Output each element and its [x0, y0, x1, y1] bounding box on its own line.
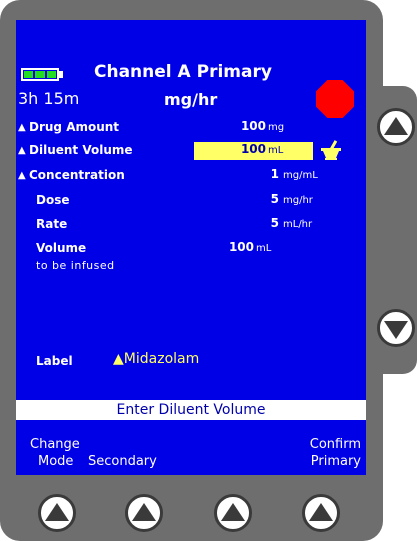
mortar-pestle-icon	[321, 140, 341, 160]
row-marker: ▲	[18, 145, 26, 156]
arrow-up-icon	[221, 502, 245, 521]
pump-screen: Channel A Primary 3h 15m mg/hr ▲ Drug Am…	[16, 20, 366, 475]
scroll-down-button[interactable]	[377, 309, 415, 347]
drug-label-value[interactable]: ▲Midazolam	[113, 351, 199, 367]
dose-unit: mg/hr	[283, 195, 313, 206]
volume-subtext: to be infused	[36, 259, 115, 272]
softkey-button-4[interactable]	[302, 494, 340, 532]
channel-title: Channel A Primary	[94, 62, 272, 82]
stop-sign-icon[interactable]	[316, 80, 354, 118]
dose-units: mg/hr	[164, 90, 218, 109]
drug-amount-unit: mg	[268, 122, 285, 133]
drug-label-title: Label	[36, 354, 73, 368]
battery-full-icon	[21, 68, 59, 81]
drug-label-marker: ▲	[113, 351, 124, 367]
rate-value: 5	[270, 216, 279, 230]
arrow-up-icon	[384, 116, 408, 135]
softkey-label-secondary: Secondary	[88, 454, 157, 469]
volume-label: Volume	[36, 241, 87, 255]
dose-label: Dose	[36, 193, 70, 207]
row-marker: ▲	[18, 170, 26, 181]
drug-name: Midazolam	[123, 351, 200, 367]
concentration-label[interactable]: Concentration	[29, 168, 125, 182]
prompt-bar: Enter Diluent Volume	[16, 400, 366, 420]
drug-amount-value: 100	[240, 119, 266, 133]
softkey-button-3[interactable]	[214, 494, 252, 532]
arrow-down-icon	[384, 320, 408, 339]
diluent-volume-value[interactable]: 100	[206, 142, 266, 156]
battery-tip	[59, 71, 63, 78]
rate-unit: mL/hr	[283, 219, 313, 230]
softkey-button-1[interactable]	[38, 494, 76, 532]
concentration-value: 1	[270, 167, 279, 181]
scroll-up-button[interactable]	[377, 108, 415, 146]
rate-label: Rate	[36, 217, 68, 231]
softkey-label-confirm-primary: Confirm Primary	[309, 437, 361, 469]
time-remaining: 3h 15m	[18, 89, 80, 108]
dose-value: 5	[270, 192, 279, 206]
row-marker: ▲	[18, 122, 26, 133]
volume-value: 100	[228, 240, 254, 254]
volume-unit: mL	[256, 243, 272, 254]
drug-amount-label[interactable]: Drug Amount	[29, 120, 119, 134]
softkey-label-change-mode: Change Mode	[30, 437, 80, 469]
arrow-up-icon	[132, 502, 156, 521]
arrow-up-icon	[309, 502, 333, 521]
diluent-volume-label[interactable]: Diluent Volume	[29, 143, 133, 157]
softkey-button-2[interactable]	[125, 494, 163, 532]
arrow-up-icon	[45, 502, 69, 521]
diluent-volume-unit: mL	[268, 145, 284, 156]
concentration-unit: mg/mL	[283, 170, 318, 181]
